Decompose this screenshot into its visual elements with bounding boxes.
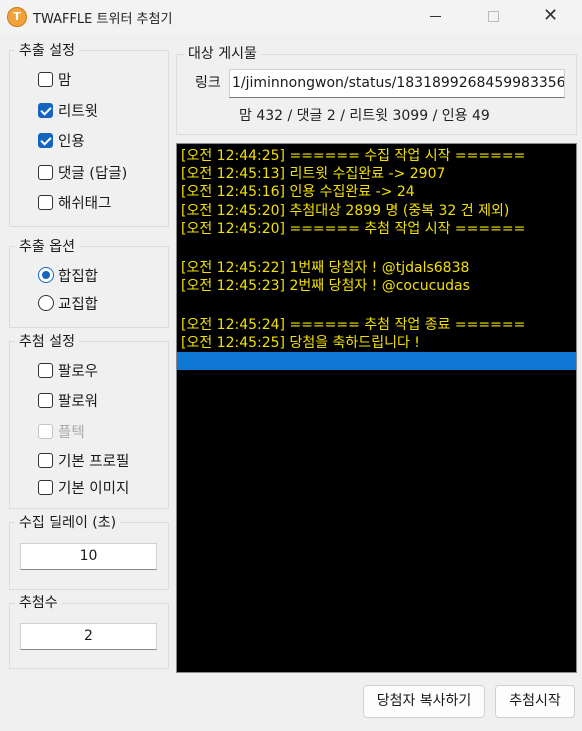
quotes-checkbox[interactable]	[38, 132, 53, 148]
draw-settings-label: 추첨 설정	[15, 331, 79, 351]
intersection-label: 교집합	[58, 296, 99, 313]
option-union[interactable]: 합집합	[38, 264, 98, 286]
delay-label: 수집 딜레이 (초)	[15, 512, 121, 532]
option-replies[interactable]: 댓글 (답글)	[38, 161, 127, 183]
option-default-image[interactable]: 기본 이미지	[38, 476, 129, 498]
log-line: [오전 12:45:24] ====== 추첨 작업 종료 ======	[181, 317, 526, 333]
winners-input[interactable]: 2	[20, 623, 157, 650]
option-protected: 플텍	[38, 420, 85, 442]
log-line: [오전 12:45:20] 추첨대상 2899 명 (중복 32 건 제외)	[181, 203, 510, 219]
log-line: [오전 12:45:13] 리트윗 수집완료 -> 2907	[181, 166, 446, 182]
maximize-button[interactable]	[470, 0, 516, 34]
union-radio[interactable]	[38, 267, 54, 283]
likes-label: 맘	[58, 72, 72, 89]
follower-label: 팔로워	[58, 393, 99, 410]
log-line: [오전 12:45:20] ====== 추첨 작업 시작 ======	[181, 221, 526, 237]
target-post-label: 대상 게시물	[184, 43, 261, 63]
hashtag-checkbox[interactable]	[38, 194, 53, 210]
default-profile-label: 기본 프로필	[58, 453, 130, 470]
union-label: 합집합	[58, 268, 99, 285]
option-intersection[interactable]: 교집합	[38, 292, 98, 314]
default-profile-checkbox[interactable]	[38, 452, 53, 468]
following-label: 팔로우	[58, 363, 99, 380]
replies-label: 댓글 (답글)	[58, 165, 128, 182]
log-output[interactable]: [오전 12:44:25] ====== 수집 작업 시작 ====== [오전…	[176, 143, 577, 673]
link-label: 링크	[195, 75, 221, 91]
option-retweets[interactable]: 리트윗	[38, 99, 98, 121]
following-checkbox[interactable]	[38, 362, 53, 378]
close-icon: ✕	[543, 5, 559, 26]
likes-checkbox[interactable]	[38, 71, 53, 87]
intersection-radio[interactable]	[38, 295, 54, 311]
minimize-icon	[430, 16, 441, 17]
delay-input[interactable]: 10	[20, 543, 157, 570]
extract-settings-label: 추출 설정	[15, 40, 79, 60]
option-hashtag[interactable]: 해쉬태그	[38, 191, 111, 213]
quotes-label: 인용	[58, 133, 85, 150]
log-line: [오전 12:45:23] 2번째 당첨자 ! @cocucudas	[181, 278, 470, 294]
copy-winners-button[interactable]: 당첨자 복사하기	[363, 685, 485, 718]
default-image-label: 기본 이미지	[58, 480, 130, 497]
post-stats: 맘 432 / 댓글 2 / 리트윗 3099 / 인용 49	[239, 108, 490, 124]
close-button[interactable]: ✕	[528, 0, 574, 34]
minimize-button[interactable]	[412, 0, 458, 34]
protected-checkbox	[38, 423, 53, 439]
window-title: TWAFFLE 트위터 추첨기	[33, 12, 173, 27]
extract-option-label: 추출 옵션	[15, 236, 79, 256]
app-logo-icon: T	[7, 7, 27, 27]
default-image-checkbox[interactable]	[38, 479, 53, 495]
option-following[interactable]: 팔로우	[38, 359, 98, 381]
maximize-icon	[488, 11, 499, 22]
log-line: [오전 12:45:16] 인용 수집완료 -> 24	[181, 184, 415, 200]
extract-option-group	[9, 246, 169, 328]
follower-checkbox[interactable]	[38, 392, 53, 408]
option-follower[interactable]: 팔로워	[38, 389, 98, 411]
log-line: [오전 12:45:25] 당첨을 축하드립니다 !	[181, 335, 420, 351]
start-draw-button[interactable]: 추첨시작	[495, 685, 575, 718]
option-quotes[interactable]: 인용	[38, 129, 85, 151]
replies-checkbox[interactable]	[38, 164, 53, 180]
title-bar: T TWAFFLE 트위터 추첨기 ✕	[0, 0, 582, 34]
retweets-label: 리트윗	[58, 103, 99, 120]
winners-label: 추첨수	[15, 592, 62, 612]
log-selection-highlight	[177, 352, 576, 370]
retweets-checkbox[interactable]	[38, 102, 53, 118]
link-input[interactable]: 1/jiminnongwon/status/183189926845998335…	[229, 69, 565, 98]
protected-label: 플텍	[58, 424, 85, 441]
option-likes[interactable]: 맘	[38, 68, 71, 90]
log-line: [오전 12:45:22] 1번째 당첨자 ! @tjdals6838	[181, 260, 470, 276]
hashtag-label: 해쉬태그	[58, 195, 112, 212]
option-default-profile[interactable]: 기본 프로필	[38, 449, 129, 471]
log-line: [오전 12:44:25] ====== 수집 작업 시작 ======	[181, 148, 526, 164]
